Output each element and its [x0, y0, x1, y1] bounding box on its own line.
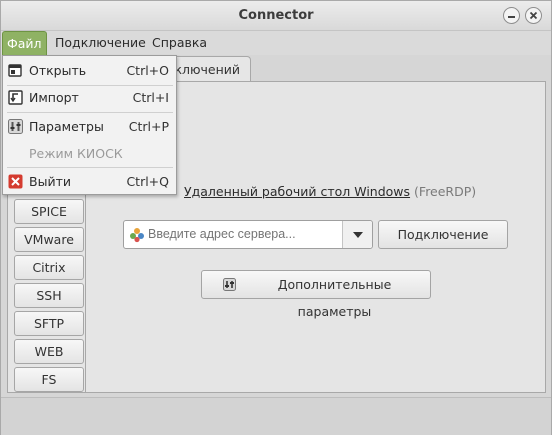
advanced-settings-button[interactable]: Дополнительные параметры [201, 270, 431, 319]
menu-item-label: Режим КИОСК [29, 146, 123, 161]
menu-help[interactable]: Справка [148, 31, 211, 55]
settings-icon [223, 278, 236, 291]
advanced-settings-label: Дополнительные параметры [277, 277, 392, 319]
menu-connection[interactable]: Подключение [51, 31, 150, 55]
protocol-vmware-button[interactable]: VMware [14, 227, 84, 252]
minimize-icon [508, 16, 515, 18]
import-icon [8, 90, 23, 105]
status-bar [1, 397, 551, 435]
open-icon [8, 64, 22, 77]
menu-item-import[interactable]: Импорт Ctrl+I [3, 84, 176, 111]
menu-bar: Файл Подключение Справка [1, 31, 551, 55]
menu-item-shortcut: Ctrl+P [128, 119, 169, 134]
menu-item-shortcut: Ctrl+O [126, 63, 169, 78]
menu-item-label: Выйти [29, 174, 71, 189]
protocol-client: (FreeRDP) [414, 184, 477, 199]
protocol-sftp-button[interactable]: SFTP [14, 311, 84, 336]
menu-file[interactable]: Файл [2, 31, 47, 55]
close-button[interactable] [525, 7, 542, 24]
protocol-name: Удаленный рабочий стол Windows [184, 184, 411, 199]
minimize-button[interactable] [503, 7, 520, 24]
server-history-icon [130, 228, 144, 243]
window-title: Connector [238, 8, 314, 23]
chevron-down-icon [352, 231, 363, 238]
protocol-fs-button[interactable]: FS [14, 367, 84, 392]
app-window: Connector Файл Подключение Справка ключе… [0, 0, 552, 435]
protocol-citrix-button[interactable]: Citrix [14, 255, 84, 280]
connect-button[interactable]: Подключение [378, 220, 508, 249]
tab-label: ключений [174, 62, 240, 77]
menu-item-kiosk-mode[interactable]: Режим КИОСК [3, 140, 176, 167]
menu-item-exit[interactable]: Выйти Ctrl+Q [3, 168, 176, 195]
title-bar: Connector [1, 1, 551, 31]
exit-icon [8, 174, 23, 189]
close-icon [529, 11, 538, 20]
menu-item-label: Параметры [29, 119, 104, 134]
server-combo-toggle[interactable] [342, 221, 372, 248]
menu-item-settings[interactable]: Параметры Ctrl+P [3, 113, 176, 140]
server-address-input[interactable] [148, 221, 338, 248]
protocol-web-button[interactable]: WEB [14, 339, 84, 364]
protocol-heading: Удаленный рабочий стол Windows (FreeRDP) [184, 184, 476, 199]
server-combo[interactable] [123, 220, 373, 249]
protocol-spice-button[interactable]: SPICE [14, 199, 84, 224]
protocol-ssh-button[interactable]: SSH [14, 283, 84, 308]
file-menu-dropdown: Открыть Ctrl+O Импорт Ctrl+I Параметры C [2, 55, 177, 195]
menu-item-shortcut: Ctrl+Q [126, 174, 169, 189]
menu-item-open[interactable]: Открыть Ctrl+O [3, 57, 176, 84]
settings-icon [8, 119, 23, 134]
menu-item-shortcut: Ctrl+I [132, 90, 169, 105]
menu-item-label: Импорт [29, 90, 79, 105]
menu-item-label: Открыть [29, 63, 87, 78]
